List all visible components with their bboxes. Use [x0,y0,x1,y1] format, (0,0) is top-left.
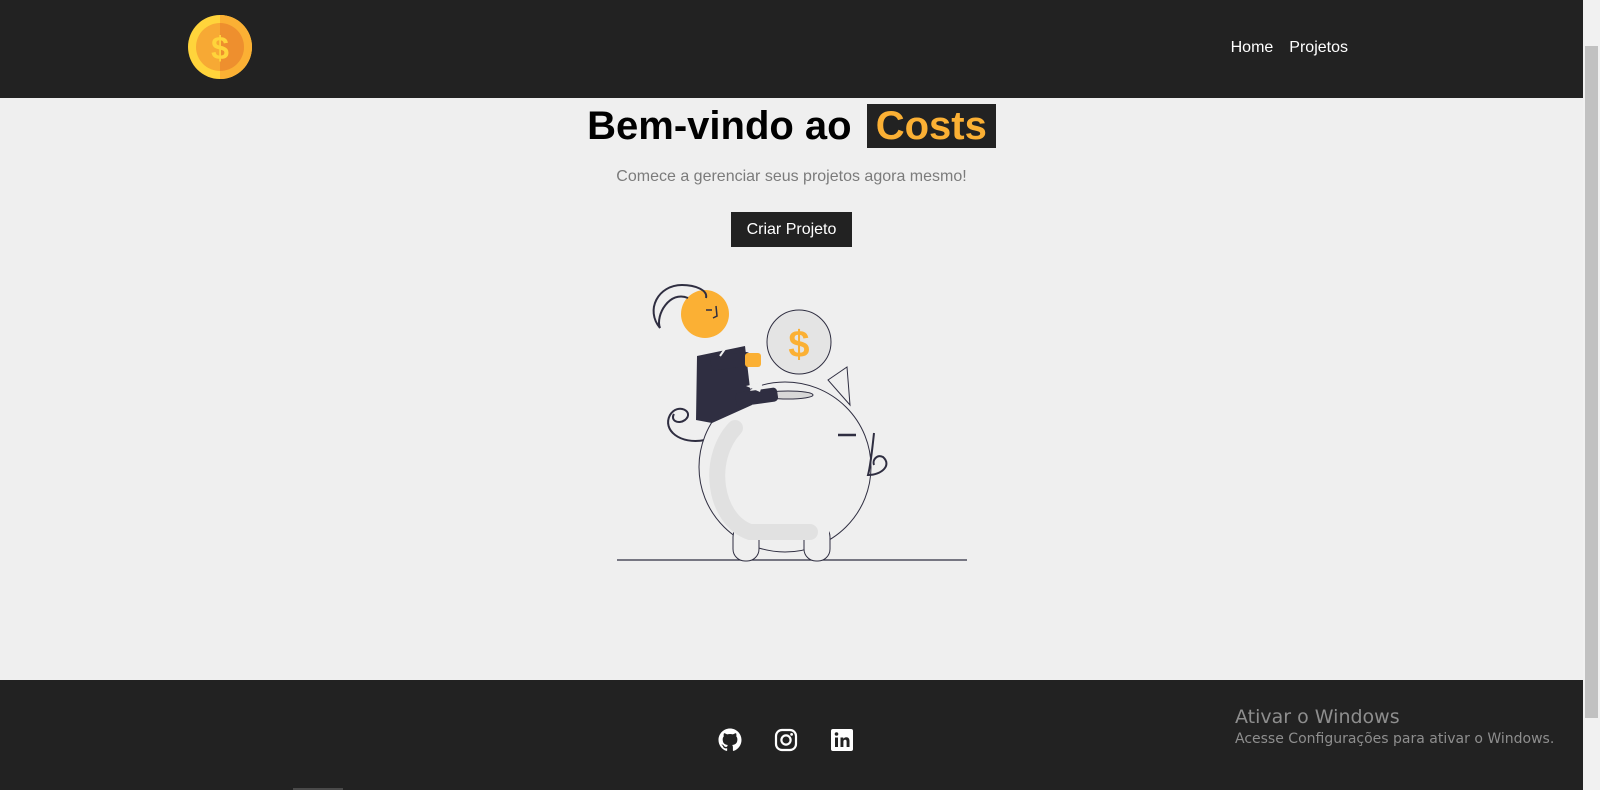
nav-links: Home Projetos [1231,39,1348,57]
brand-name: Costs [866,104,996,148]
svg-text:$: $ [211,30,229,66]
instagram-icon[interactable] [774,728,798,752]
savings-piggy-bank-illustration: $ [617,283,967,562]
vertical-scrollbar[interactable] [1583,0,1600,790]
social-links [718,728,854,752]
dollar-coin-icon[interactable]: $ [188,15,252,79]
activation-title: Ativar o Windows [1235,706,1400,728]
windows-activation-watermark: Ativar o Windows Acesse Configurações pa… [1235,705,1554,749]
page: $ Home Projetos Bem-vindo ao Costs Comec… [0,0,1600,790]
navbar: $ Home Projetos [0,0,1583,98]
nav-link-home[interactable]: Home [1231,39,1274,57]
page-title: Bem-vindo ao Costs [0,103,1583,149]
svg-text:$: $ [788,324,809,366]
create-project-button[interactable]: Criar Projeto [731,212,852,247]
github-icon[interactable] [718,728,742,752]
linkedin-icon[interactable] [830,728,854,752]
nav-link-projetos[interactable]: Projetos [1289,39,1348,57]
page-subtitle: Comece a gerenciar seus projetos agora m… [616,168,967,185]
activation-subtitle: Acesse Configurações para ativar o Windo… [1235,731,1555,747]
scrollbar-thumb[interactable] [1585,46,1598,718]
title-prefix: Bem-vindo ao [587,104,852,148]
